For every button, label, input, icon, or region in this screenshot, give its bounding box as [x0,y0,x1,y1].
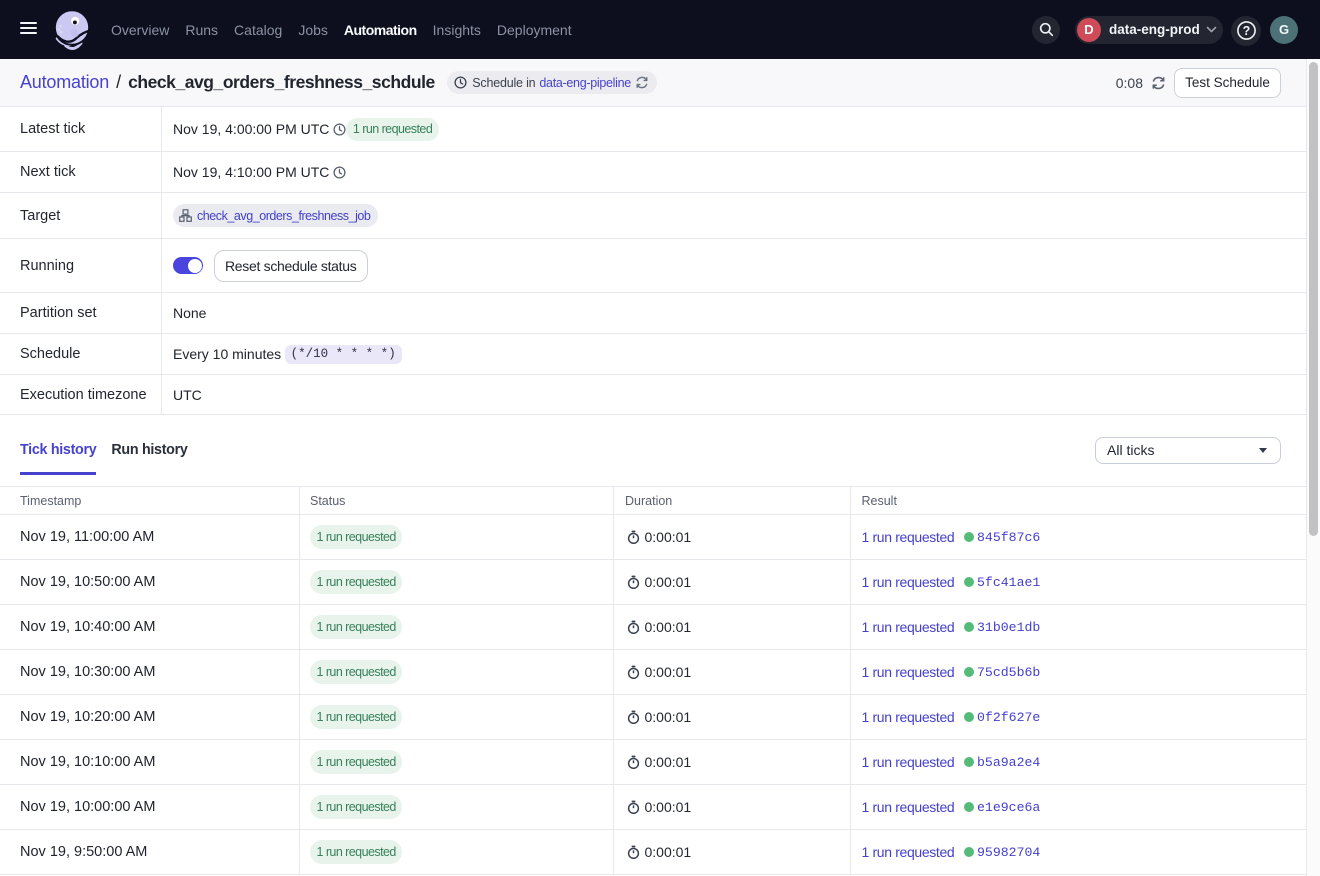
svg-text:?: ? [1242,24,1250,38]
